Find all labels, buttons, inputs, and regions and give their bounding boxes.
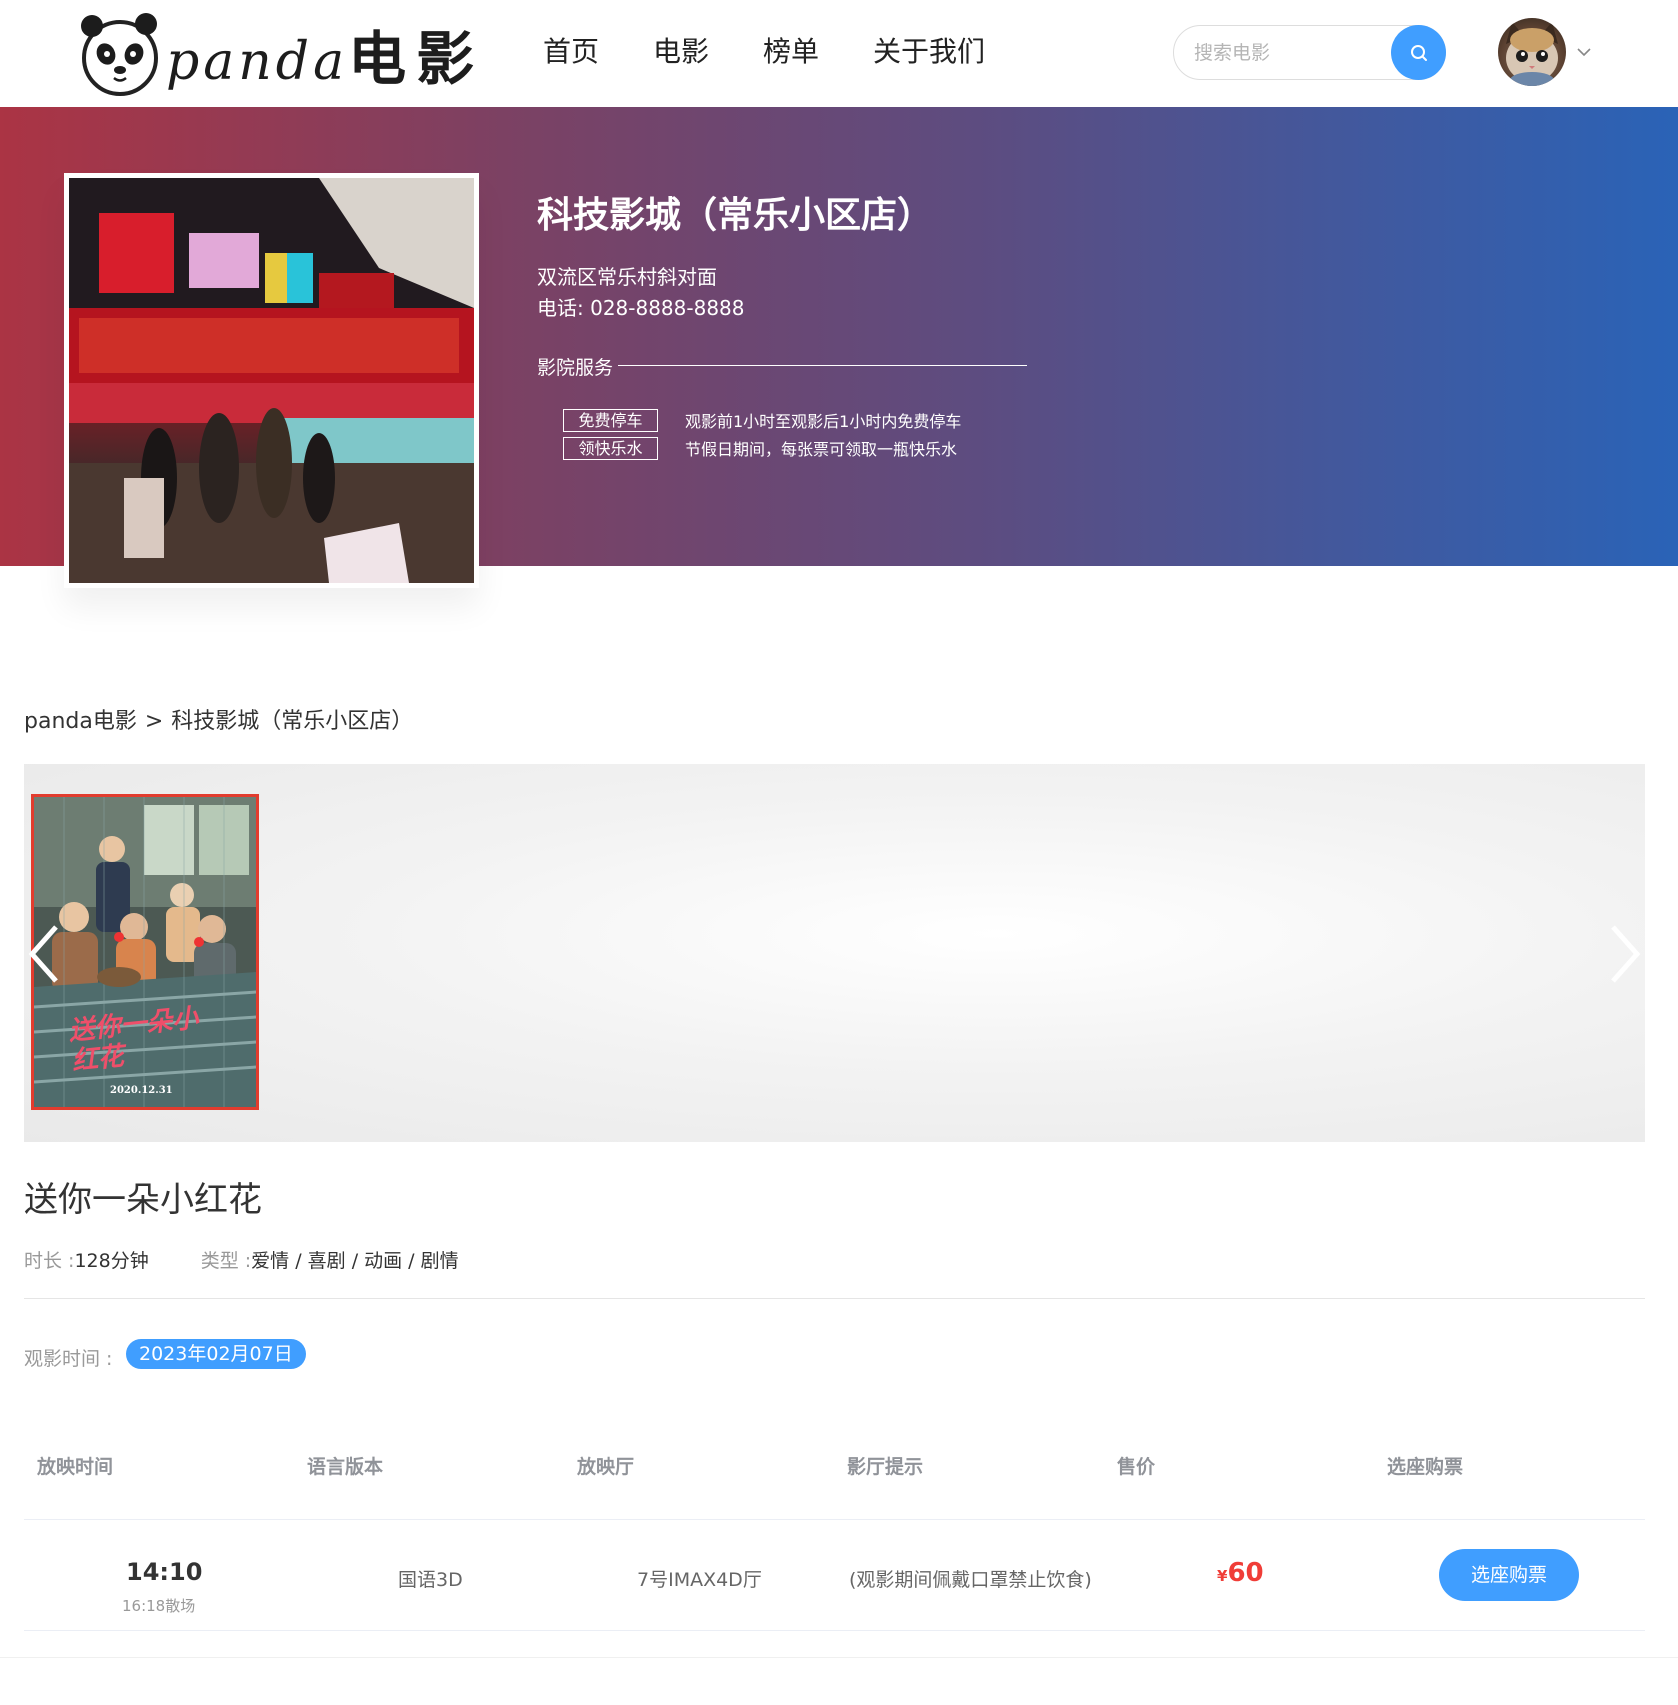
price-value: 60 bbox=[1227, 1558, 1264, 1588]
section-divider bbox=[24, 1298, 1645, 1299]
cinema-name: 科技影城（常乐小区店） bbox=[537, 195, 934, 236]
movie-meta: 时长 : 128分钟 类型 : 爱情 / 喜剧 / 动画 / 剧情 bbox=[24, 1246, 459, 1273]
service-tag-drink: 领快乐水 bbox=[563, 436, 658, 460]
nav-item-movies[interactable]: 电影 bbox=[653, 30, 709, 70]
cinema-lobby-image bbox=[69, 178, 474, 583]
service-item: 免费停车 观影前1小时至观影后1小时内免费停车 bbox=[563, 408, 961, 432]
poster-date: 2020.12.31 bbox=[110, 1085, 173, 1096]
service-title: 影院服务 bbox=[537, 357, 614, 379]
breadcrumb: panda电影 > 科技影城（常乐小区店） bbox=[24, 703, 413, 735]
header-tip: 影厅提示 bbox=[847, 1456, 924, 1478]
service-desc-parking: 观影前1小时至观影后1小时内免费停车 bbox=[685, 412, 962, 431]
show-price: ¥60 bbox=[1217, 1558, 1264, 1588]
header-language: 语言版本 bbox=[307, 1456, 384, 1478]
logo-text: panda电影 bbox=[166, 12, 484, 96]
header-hall: 放映厅 bbox=[577, 1456, 635, 1478]
show-language: 国语3D bbox=[398, 1569, 463, 1591]
cinema-phone: 电话: 028-8888-8888 bbox=[537, 296, 745, 320]
cinema-photo-frame bbox=[64, 173, 479, 588]
table-row: 14:10 16:18散场 国语3D 7号IMAX4D厅 (观影期间佩戴口罩禁止… bbox=[24, 1520, 1645, 1630]
service-divider bbox=[618, 365, 1027, 366]
search-box bbox=[1173, 25, 1446, 80]
price-currency: ¥ bbox=[1217, 1567, 1228, 1585]
cat-avatar-icon bbox=[1506, 22, 1558, 86]
nav-item-rankings[interactable]: 榜单 bbox=[763, 30, 819, 70]
top-header: panda电影 首页 电影 榜单 关于我们 bbox=[0, 0, 1678, 107]
header-buy: 选座购票 bbox=[1387, 1456, 1464, 1478]
header-show-time: 放映时间 bbox=[37, 1456, 114, 1478]
showtimes-table-header: 放映时间 语言版本 放映厅 影厅提示 售价 选座购票 bbox=[24, 1452, 1645, 1520]
meta-spacer bbox=[149, 1246, 201, 1273]
logo-latin: panda bbox=[166, 32, 349, 92]
genre-label: 类型 : bbox=[200, 1250, 252, 1272]
search-icon bbox=[1410, 44, 1427, 61]
panda-logo-icon bbox=[81, 13, 158, 96]
main-nav: 首页 电影 榜单 关于我们 bbox=[543, 30, 1039, 70]
duration-value: 128分钟 bbox=[74, 1250, 149, 1272]
nav-item-about[interactable]: 关于我们 bbox=[873, 30, 985, 70]
search-input[interactable] bbox=[1194, 38, 1364, 68]
service-item: 领快乐水 节假日期间，每张票可领取一瓶快乐水 bbox=[563, 436, 957, 460]
logo-cn: 电影 bbox=[348, 25, 485, 93]
breadcrumb-separator: > bbox=[144, 709, 164, 734]
movie-slider: 送你一朵小红花 2020.12.31 bbox=[24, 764, 1645, 1142]
table-row-divider bbox=[24, 1630, 1645, 1631]
show-end-time: 16:18散场 bbox=[122, 1597, 196, 1615]
cinema-photo bbox=[69, 178, 474, 583]
header-price: 售价 bbox=[1117, 1456, 1156, 1478]
site-logo[interactable]: panda电影 bbox=[76, 8, 484, 100]
slider-prev-arrow-icon[interactable] bbox=[24, 919, 68, 989]
user-avatar[interactable] bbox=[1498, 18, 1566, 86]
duration-label: 时长 : bbox=[24, 1250, 75, 1272]
show-hall: 7号IMAX4D厅 bbox=[637, 1569, 762, 1591]
cinema-address: 双流区常乐村斜对面 bbox=[537, 265, 717, 289]
page-bottom-divider bbox=[0, 1657, 1678, 1658]
show-start-time: 14:10 bbox=[126, 1558, 203, 1586]
search-button[interactable] bbox=[1391, 25, 1446, 80]
service-tag-parking: 免费停车 bbox=[563, 408, 658, 432]
show-tip: (观影期间佩戴口罩禁止饮食) bbox=[849, 1569, 1092, 1591]
genre-value: 爱情 / 喜剧 / 动画 / 剧情 bbox=[251, 1250, 459, 1272]
movie-title: 送你一朵小红花 bbox=[24, 1180, 262, 1220]
buy-ticket-button[interactable]: 选座购票 bbox=[1439, 1549, 1579, 1601]
service-desc-drink: 节假日期间，每张票可领取一瓶快乐水 bbox=[685, 440, 958, 459]
nav-item-home[interactable]: 首页 bbox=[543, 30, 599, 70]
breadcrumb-current: 科技影城（常乐小区店） bbox=[171, 709, 414, 734]
slider-next-arrow-icon[interactable] bbox=[1601, 919, 1645, 989]
breadcrumb-home[interactable]: panda电影 bbox=[24, 709, 137, 734]
watch-time-label: 观影时间 : bbox=[24, 1348, 113, 1370]
date-chip-selected[interactable]: 2023年02月07日 bbox=[126, 1339, 306, 1369]
chevron-down-icon[interactable] bbox=[1576, 44, 1592, 60]
